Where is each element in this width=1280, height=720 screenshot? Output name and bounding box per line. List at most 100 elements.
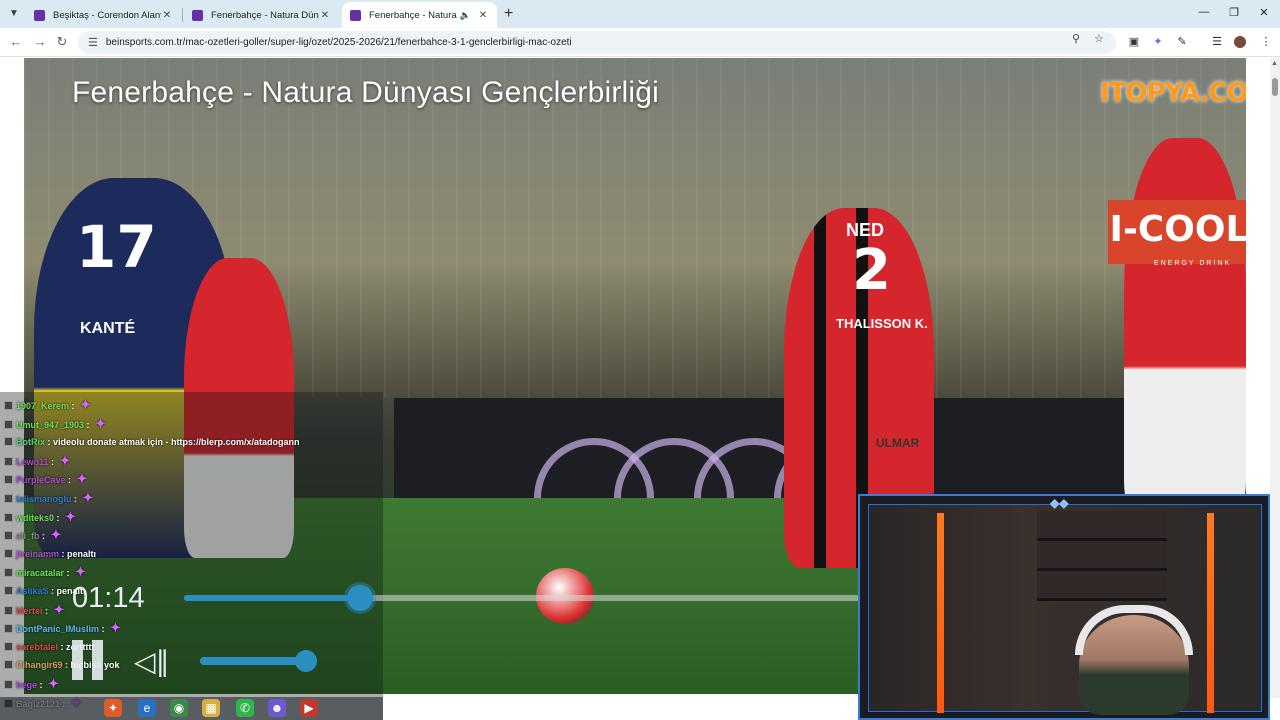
- chat-username[interactable]: bege: [16, 680, 37, 690]
- user-badge-icon: [4, 512, 13, 522]
- scrollbar-thumb[interactable]: [1272, 78, 1278, 96]
- chat-username[interactable]: BotRix: [16, 437, 45, 447]
- user-badge-icon: [4, 548, 13, 558]
- user-badge-icon: [4, 586, 13, 595]
- shorts-sponsor: ULMAR: [876, 436, 920, 450]
- close-tab-icon[interactable]: ✕: [319, 10, 331, 21]
- copilot-icon[interactable]: ✦: [104, 699, 122, 717]
- seek-bar[interactable]: [184, 585, 862, 611]
- user-badge-icon: [4, 419, 13, 429]
- chat-separator: :: [84, 419, 93, 430]
- led-light-strip: [937, 513, 944, 713]
- whatsapp-icon[interactable]: ✆: [236, 699, 254, 717]
- address-bar[interactable]: ☰ beinsports.com.tr/mac-ozetleri-goller/…: [78, 31, 1116, 54]
- page-scrollbar[interactable]: [1270, 58, 1280, 698]
- chat-username[interactable]: jtreinamm: [16, 549, 59, 559]
- browser-toolbar: ← → ↻ ☰ beinsports.com.tr/mac-ozetleri-g…: [0, 28, 1280, 57]
- chat-username[interactable]: wditeks0: [16, 513, 54, 523]
- collectibles-shelf: [1037, 511, 1167, 601]
- chat-message: DontPanic_IMuslim : ✦: [4, 619, 121, 637]
- chat-message: Lewo11 : ✦: [4, 452, 70, 470]
- volume-slider[interactable]: [200, 650, 318, 672]
- user-badge-icon: [4, 641, 13, 651]
- star-icon[interactable]: ☆: [1094, 32, 1104, 45]
- extensions-puzzle-icon[interactable]: ✎: [1176, 36, 1188, 48]
- chat-separator: :: [65, 475, 74, 486]
- chat-separator: :: [69, 401, 78, 411]
- assistant-extension-icon[interactable]: ✦: [1152, 36, 1164, 48]
- url-text[interactable]: beinsports.com.tr/mac-ozetleri-goller/su…: [106, 37, 572, 48]
- chat-separator: :: [39, 531, 48, 542]
- chat-username[interactable]: ali_fb: [16, 531, 40, 541]
- close-icon[interactable]: ✕: [1254, 6, 1274, 19]
- zoom-icon[interactable]: ⚲: [1072, 32, 1080, 45]
- minimize-icon[interactable]: —: [1194, 6, 1214, 18]
- tune-icon[interactable]: ☰: [88, 36, 98, 49]
- volume-level: [200, 657, 307, 665]
- scroll-up-arrow-icon[interactable]: ▲: [1271, 60, 1278, 67]
- chat-separator: :: [59, 548, 68, 559]
- emote-icon: ✦: [48, 676, 59, 691]
- chat-username[interactable]: Mertei: [16, 606, 43, 616]
- edge-icon[interactable]: e: [138, 699, 156, 717]
- file-explorer-icon[interactable]: ▦: [202, 699, 220, 717]
- pause-button[interactable]: [72, 640, 106, 680]
- user-badge-icon: [4, 660, 13, 670]
- beinsports-favicon: [350, 9, 361, 21]
- tab-title: Fenerbahçe - Natura Dünyası Gençlerbirli…: [211, 9, 319, 21]
- tab-besiktas[interactable]: Beşiktaş - Corendon Alanyaspor ✕: [26, 2, 181, 28]
- chat-username[interactable]: Lewo11: [16, 457, 49, 467]
- chat-separator: :: [45, 437, 53, 448]
- user-badge-icon: [4, 624, 13, 634]
- pause-icon: [92, 640, 103, 680]
- back-arrow-icon[interactable]: ←: [8, 34, 24, 49]
- restore-icon[interactable]: ❐: [1224, 6, 1244, 19]
- chat-username[interactable]: Umut_947_1903: [16, 420, 84, 430]
- chat-message: wditeks0 : ✦: [4, 508, 76, 526]
- tab-divider: [182, 8, 183, 22]
- chat-username[interactable]: PurpleCave: [16, 475, 66, 485]
- sponsor-logo: I-COOL: [1108, 200, 1246, 264]
- more-menu-icon[interactable]: ⋮: [1260, 36, 1272, 48]
- video-title: Fenerbahçe - Natura Dünyası Gençlerbirli…: [72, 76, 659, 109]
- chat-separator: :: [99, 624, 108, 635]
- jersey-number: 17: [76, 213, 157, 281]
- emote-icon: ✦: [50, 527, 62, 543]
- webcam-frame: [868, 504, 1262, 715]
- new-tab-button[interactable]: +: [504, 5, 513, 23]
- watermark-logo: ITOPYA.COM: [1100, 78, 1246, 108]
- chat-username[interactable]: talismanoglu: [16, 494, 72, 504]
- chat-username[interactable]: sarebtalel: [16, 642, 58, 652]
- forward-arrow-icon[interactable]: →: [32, 34, 48, 49]
- chat-username[interactable]: 1907_Kerem: [16, 401, 69, 411]
- user-badge-icon: [4, 401, 13, 410]
- speaker-icon[interactable]: 🔈: [460, 10, 471, 21]
- chat-overlay: 1907_Kerem : ✦ Umut_947_1903 : ✦ BotRix : …: [0, 392, 383, 720]
- tab-title: Beşiktaş - Corendon Alanyaspor: [53, 9, 161, 21]
- chat-username[interactable]: DontPanic_IMuslim: [16, 624, 99, 634]
- emote-icon: ✦: [76, 471, 88, 487]
- chrome-icon[interactable]: ◉: [170, 699, 188, 717]
- chat-username[interactable]: miracatalar: [16, 568, 64, 578]
- reload-icon[interactable]: ↻: [54, 34, 70, 50]
- chat-separator: :: [37, 680, 46, 690]
- media-app-icon[interactable]: ▶: [300, 699, 318, 717]
- discord-icon[interactable]: ☻: [268, 699, 286, 717]
- tab-fenerbahce-active[interactable]: Fenerbahçe - Natura Dünyası Gençlerbirli…: [342, 2, 497, 28]
- chat-message: talismanoglu : ✦: [4, 489, 93, 507]
- tab-list-button[interactable]: ▼: [6, 6, 22, 22]
- user-badge-icon: [4, 437, 13, 447]
- chat-username[interactable]: AslikaS: [16, 586, 49, 596]
- chat-message: Mertei : ✦: [4, 601, 64, 619]
- user-badge-icon: [4, 494, 13, 503]
- profile-avatar[interactable]: [1234, 36, 1246, 48]
- chat-separator: :: [42, 605, 51, 616]
- user-badge-icon: [4, 605, 13, 615]
- close-tab-icon[interactable]: ✕: [477, 10, 489, 21]
- chat-username[interactable]: Cihangir69: [16, 660, 63, 670]
- tab-fenerbahce-1[interactable]: Fenerbahçe - Natura Dünyası Gençlerbirli…: [184, 2, 339, 28]
- screenshot-extension-icon[interactable]: ▣: [1128, 36, 1140, 48]
- media-controls-icon[interactable]: ☰: [1211, 36, 1223, 48]
- volume-icon[interactable]: ◁∥: [134, 645, 170, 678]
- close-tab-icon[interactable]: ✕: [161, 10, 173, 21]
